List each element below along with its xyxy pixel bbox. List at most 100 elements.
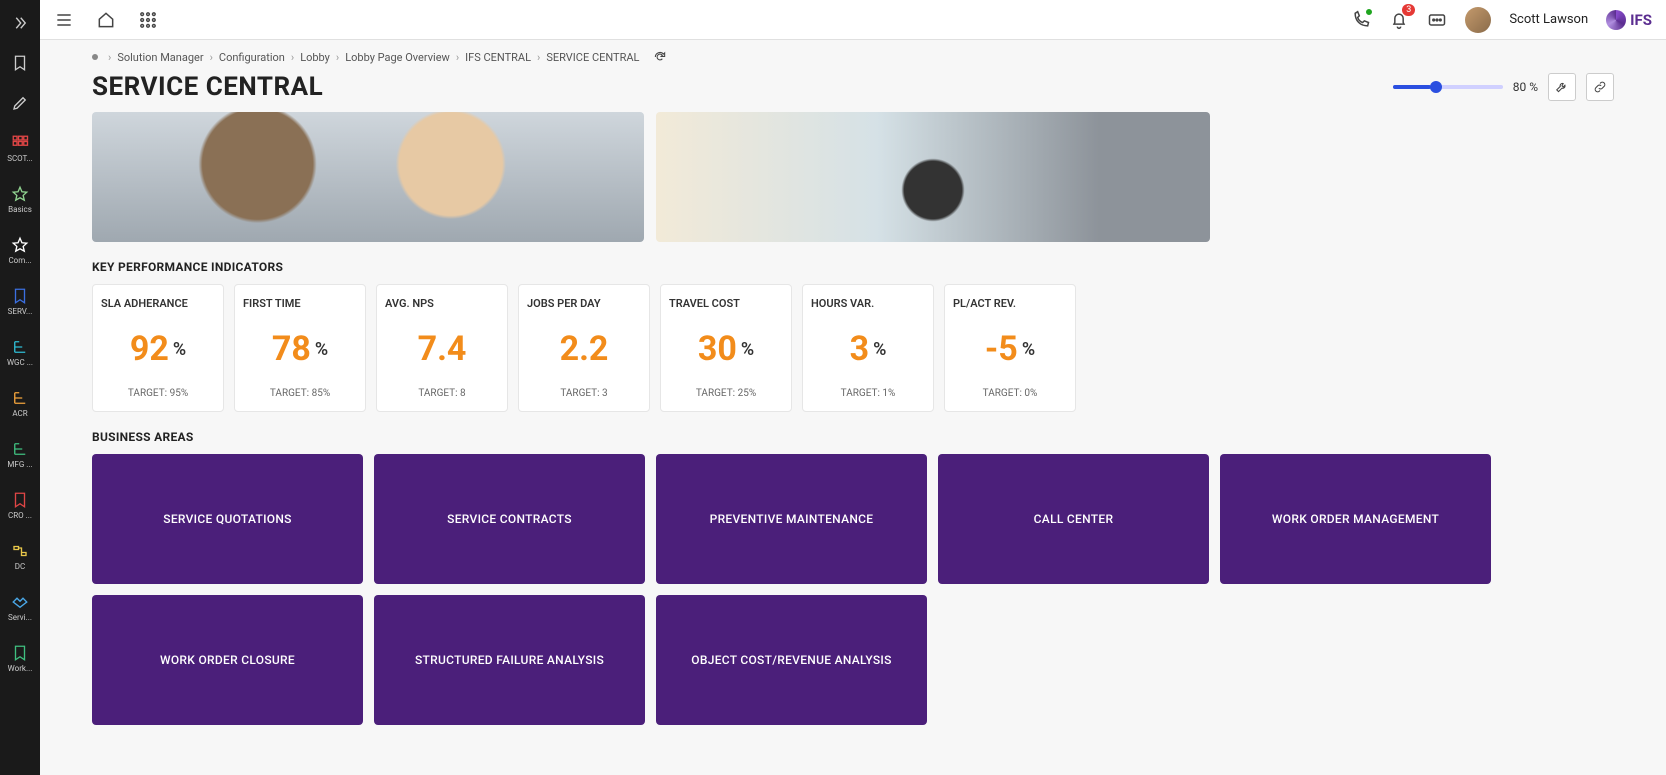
phone-status-button[interactable]: [1351, 10, 1371, 30]
kpi-title: TRAVEL COST: [669, 297, 740, 310]
chevrons-right-icon: [11, 14, 29, 32]
chevron-right-icon: ›: [456, 51, 459, 64]
breadcrumb-current[interactable]: SERVICE CENTRAL: [546, 51, 639, 64]
kpi-target: TARGET: 25%: [696, 388, 756, 399]
rail-item-label: Work...: [2, 664, 38, 673]
kpi-title: AVG. NPS: [385, 297, 434, 310]
business-area-tile[interactable]: SERVICE CONTRACTS: [374, 454, 645, 584]
rail-item-label: MFG ...: [2, 460, 38, 469]
business-area-tile[interactable]: STRUCTURED FAILURE ANALYSIS: [374, 595, 645, 725]
kpi-target: TARGET: 8: [418, 388, 465, 399]
zoom-slider[interactable]: [1393, 85, 1503, 89]
kpi-target: TARGET: 95%: [128, 388, 188, 399]
business-area-tile[interactable]: CALL CENTER: [938, 454, 1209, 584]
rail-item-servi[interactable]: Servi...: [0, 589, 40, 626]
card-icon[interactable]: [1427, 10, 1447, 30]
business-area-tile[interactable]: SERVICE QUOTATIONS: [92, 454, 363, 584]
banner-image-2[interactable]: [656, 112, 1210, 242]
tree-icon: [11, 440, 29, 458]
kpi-value-row: 3 %: [850, 310, 887, 388]
rail-item-cro[interactable]: CRO ...: [0, 487, 40, 524]
breadcrumb-link[interactable]: IFS CENTRAL: [465, 51, 531, 64]
rail-item-dc[interactable]: DC: [0, 538, 40, 575]
user-name[interactable]: Scott Lawson: [1509, 12, 1588, 27]
business-area-tile[interactable]: WORK ORDER MANAGEMENT: [1220, 454, 1491, 584]
rail-item-label: CRO ...: [2, 511, 38, 520]
business-area-heading: BUSINESS AREAS: [92, 430, 1614, 444]
rail-item-acr[interactable]: ACR: [0, 385, 40, 422]
kpi-value: 30: [698, 329, 737, 369]
rail-item-label: WGC ...: [2, 358, 38, 367]
notification-badge: 3: [1402, 4, 1415, 16]
kpi-title: FIRST TIME: [243, 297, 301, 310]
avatar[interactable]: [1465, 7, 1491, 33]
grid-icon: [11, 134, 29, 152]
kpi-value: 78: [272, 329, 311, 369]
kpi-card[interactable]: AVG. NPS 7.4 TARGET: 8: [376, 284, 508, 412]
kpi-target: TARGET: 0%: [983, 388, 1038, 399]
business-area-tile[interactable]: PREVENTIVE MAINTENANCE: [656, 454, 927, 584]
kpi-value-row: 7.4: [418, 310, 467, 388]
rail-item-label: Com...: [2, 256, 38, 265]
kpi-card[interactable]: FIRST TIME 78 % TARGET: 85%: [234, 284, 366, 412]
breadcrumb-link[interactable]: Configuration: [219, 51, 285, 64]
kpi-title: JOBS PER DAY: [527, 297, 601, 310]
kpi-row: SLA ADHERANCE 92 % TARGET: 95% FIRST TIM…: [92, 284, 1614, 412]
business-area-tile[interactable]: WORK ORDER CLOSURE: [92, 595, 363, 725]
rail-item-label: SERV...: [2, 307, 38, 316]
chevron-right-icon: ›: [108, 51, 111, 64]
breadcrumb-link[interactable]: Solution Manager: [117, 51, 203, 64]
toolbar-right: 3 Scott Lawson IFS: [1351, 7, 1652, 33]
header-controls: 80 %: [1393, 73, 1614, 101]
handshake-icon: [11, 593, 29, 611]
kpi-card[interactable]: SLA ADHERANCE 92 % TARGET: 95%: [92, 284, 224, 412]
logo-text: IFS: [1630, 11, 1652, 29]
kpi-value-row: 78 %: [272, 310, 328, 388]
bookmark-icon: [11, 287, 29, 305]
rail-item-serv[interactable]: SERV...: [0, 283, 40, 320]
breadcrumb-link[interactable]: Lobby: [300, 51, 330, 64]
wrench-button[interactable]: [1548, 73, 1576, 101]
kpi-card[interactable]: TRAVEL COST 30 % TARGET: 25%: [660, 284, 792, 412]
business-area-grid: SERVICE QUOTATIONSSERVICE CONTRACTSPREVE…: [92, 454, 1614, 725]
rail-item-work[interactable]: Work...: [0, 640, 40, 677]
kpi-value-row: 92 %: [130, 310, 186, 388]
kpi-target: TARGET: 1%: [841, 388, 896, 399]
ifs-logo[interactable]: IFS: [1606, 10, 1652, 30]
kpi-unit: %: [173, 339, 186, 360]
rail-edit[interactable]: [0, 90, 40, 116]
tree-icon: [11, 338, 29, 356]
kpi-target: TARGET: 85%: [270, 388, 330, 399]
business-area-tile[interactable]: OBJECT COST/REVENUE ANALYSIS: [656, 595, 927, 725]
kpi-section-heading: KEY PERFORMANCE INDICATORS: [92, 260, 1614, 274]
rail-item-mfg[interactable]: MFG ...: [0, 436, 40, 473]
rail-item-basics[interactable]: Basics: [0, 181, 40, 218]
kpi-card[interactable]: PL/ACT REV. -5 % TARGET: 0%: [944, 284, 1076, 412]
apps-grid-icon[interactable]: [138, 10, 158, 30]
hamburger-icon[interactable]: [54, 10, 74, 30]
kpi-card[interactable]: JOBS PER DAY 2.2 TARGET: 3: [518, 284, 650, 412]
left-nav-rail: SCOT... Basics Com... SERV... WGC ... AC…: [0, 0, 40, 775]
bookmark-icon: [11, 491, 29, 509]
rail-expand[interactable]: [0, 10, 40, 36]
rail-item-label: SCOT...: [2, 154, 38, 163]
link-button[interactable]: [1586, 73, 1614, 101]
refresh-icon[interactable]: [653, 50, 667, 64]
home-icon[interactable]: [96, 10, 116, 30]
notification-button[interactable]: 3: [1389, 10, 1409, 30]
kpi-unit: %: [315, 339, 328, 360]
banner-image-1[interactable]: [92, 112, 644, 242]
rail-item-scot[interactable]: SCOT...: [0, 130, 40, 167]
kpi-card[interactable]: HOURS VAR. 3 % TARGET: 1%: [802, 284, 934, 412]
kpi-title: SLA ADHERANCE: [101, 297, 188, 310]
flow-icon: [11, 542, 29, 560]
rail-item-wgc[interactable]: WGC ...: [0, 334, 40, 371]
rail-bookmark[interactable]: [0, 50, 40, 76]
rail-item-com[interactable]: Com...: [0, 232, 40, 269]
kpi-value: 3: [850, 329, 870, 369]
bookmark-icon: [11, 644, 29, 662]
chevron-right-icon: ›: [537, 51, 540, 64]
main-column: 3 Scott Lawson IFS › Solution Manager › …: [40, 0, 1666, 775]
breadcrumb-link[interactable]: Lobby Page Overview: [345, 51, 450, 64]
kpi-unit: %: [873, 339, 886, 360]
